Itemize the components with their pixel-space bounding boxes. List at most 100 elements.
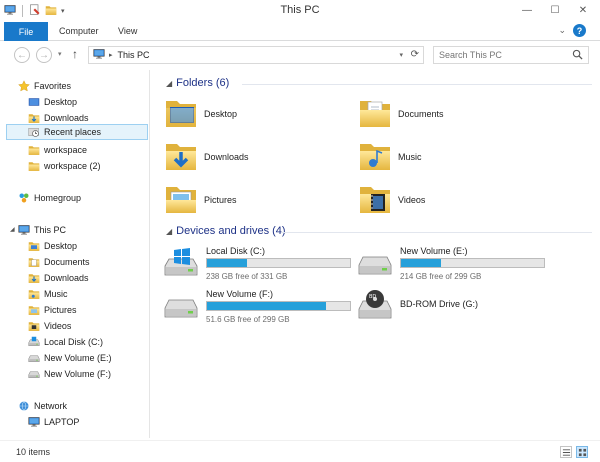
windows-drive-icon — [162, 248, 200, 282]
recent-locations-chevron-icon[interactable]: ▾ — [58, 50, 62, 58]
this-pc-icon — [93, 48, 105, 62]
tab-computer[interactable]: Computer — [59, 26, 99, 36]
star-icon — [18, 80, 30, 92]
sidebar-favorites[interactable]: Favorites — [18, 78, 71, 94]
details-view-icon[interactable] — [560, 446, 572, 458]
downloads-folder-icon — [28, 272, 40, 284]
back-button[interactable]: ← — [14, 47, 30, 63]
sidebar-item-local-disk-c[interactable]: Local Disk (C:) — [28, 334, 103, 350]
address-bar[interactable]: ▸ This PC ▾ ⟳ — [88, 46, 424, 64]
sidebar-item-recent-places[interactable]: Recent places — [6, 124, 148, 140]
drive-name: BD-ROM Drive (G:) — [400, 299, 478, 309]
drive-tile-g[interactable]: BD BD-ROM Drive (G:) — [354, 289, 554, 325]
sidebar-item-pc-pictures[interactable]: Pictures — [28, 302, 77, 318]
downloads-folder-icon — [28, 112, 40, 124]
drive-usage-bar — [206, 258, 351, 268]
downloads-folder-icon — [164, 139, 198, 175]
folder-tile-documents[interactable]: Documents — [358, 96, 444, 132]
tab-view[interactable]: View — [118, 26, 137, 36]
search-input[interactable] — [439, 50, 569, 60]
forward-button[interactable]: → — [36, 47, 52, 63]
breadcrumb-this-pc[interactable]: This PC — [118, 50, 150, 60]
drives-group-header[interactable]: ◢ Devices and drives (4) — [166, 225, 286, 237]
sidebar-label: LAPTOP — [44, 417, 80, 427]
drive-free-space: 238 GB free of 331 GB — [206, 272, 288, 281]
sidebar-item-new-volume-f[interactable]: New Volume (F:) — [28, 366, 111, 382]
sidebar-this-pc[interactable]: ◢ This PC — [10, 222, 66, 238]
sidebar-item-workspace-2[interactable]: workspace (2) — [28, 158, 101, 174]
title-bar: ▾ This PC — ☐ ✕ — [0, 0, 600, 22]
folder-tile-videos[interactable]: Videos — [358, 182, 425, 218]
sidebar-label: Local Disk (C:) — [44, 337, 104, 347]
folder-tile-desktop[interactable]: Desktop — [164, 96, 237, 132]
drive-tile-f[interactable]: New Volume (F:) 51.6 GB free of 299 GB — [160, 289, 360, 325]
breadcrumb-chevron-icon[interactable]: ▸ — [109, 51, 113, 59]
expand-chevron-icon[interactable]: ◢ — [10, 226, 15, 233]
desktop-icon — [28, 96, 40, 108]
minimize-button[interactable]: — — [516, 3, 538, 17]
collapse-chevron-icon[interactable]: ◢ — [166, 227, 172, 236]
sidebar-label: Pictures — [44, 305, 77, 315]
sidebar-label: workspace — [44, 145, 88, 155]
folder-icon — [28, 144, 40, 156]
sidebar-item-laptop[interactable]: LAPTOP — [28, 414, 79, 430]
refresh-icon[interactable]: ⟳ — [411, 49, 419, 60]
this-pc-icon — [18, 224, 30, 236]
folder-tile-pictures[interactable]: Pictures — [164, 182, 237, 218]
sidebar-label: Desktop — [44, 241, 78, 251]
tab-file[interactable]: File — [4, 22, 48, 41]
drive-name: New Volume (F:) — [206, 289, 274, 299]
sidebar-label: Favorites — [34, 81, 72, 91]
collapse-chevron-icon[interactable]: ◢ — [166, 79, 172, 88]
drive-free-space: 51.6 GB free of 299 GB — [206, 315, 290, 324]
sidebar-label: Recent places — [44, 127, 102, 137]
close-button[interactable]: ✕ — [572, 3, 594, 17]
drive-usage-fill — [207, 259, 248, 267]
view-switcher — [560, 446, 588, 458]
sidebar-label: Music — [44, 289, 68, 299]
sidebar-item-pc-desktop[interactable]: Desktop — [28, 238, 77, 254]
sidebar-item-pc-music[interactable]: Music — [28, 286, 68, 302]
sidebar-item-desktop[interactable]: Desktop — [28, 94, 77, 110]
help-icon[interactable]: ? — [573, 24, 586, 37]
folders-group-header[interactable]: ◢ Folders (6) — [166, 77, 229, 89]
sidebar-label: New Volume (E:) — [44, 353, 112, 363]
sidebar-item-pc-videos[interactable]: Videos — [28, 318, 71, 334]
search-icon[interactable] — [572, 49, 583, 62]
folder-label: Music — [398, 152, 422, 162]
ribbon-expand-icon[interactable]: ⌄ — [558, 25, 566, 36]
sidebar-item-new-volume-e[interactable]: New Volume (E:) — [28, 350, 112, 366]
sidebar-label: Homegroup — [34, 193, 82, 203]
windows-drive-icon — [28, 336, 40, 348]
search-box[interactable] — [433, 46, 589, 64]
drive-tile-e[interactable]: New Volume (E:) 214 GB free of 299 GB — [354, 246, 554, 282]
group-divider — [282, 232, 592, 233]
drive-usage-fill — [401, 259, 442, 267]
sidebar-network[interactable]: Network — [18, 398, 67, 414]
network-icon — [18, 400, 30, 412]
drive-name: New Volume (E:) — [400, 246, 468, 256]
drive-icon — [28, 368, 40, 380]
sidebar-label: Documents — [44, 257, 90, 267]
sidebar-label: Downloads — [44, 113, 89, 123]
large-icons-view-icon[interactable] — [576, 446, 588, 458]
sidebar-homegroup[interactable]: Homegroup — [18, 190, 81, 206]
bd-rom-drive-icon: BD — [356, 289, 394, 325]
sidebar-item-workspace[interactable]: workspace — [28, 142, 87, 158]
computer-icon — [28, 416, 40, 428]
drive-tile-c[interactable]: Local Disk (C:) 238 GB free of 331 GB — [160, 246, 360, 282]
group-divider — [242, 84, 592, 85]
sidebar-item-pc-downloads[interactable]: Downloads — [28, 270, 89, 286]
address-dropdown-icon[interactable]: ▾ — [399, 51, 403, 59]
up-button[interactable]: ↑ — [72, 47, 78, 61]
maximize-button[interactable]: ☐ — [544, 3, 566, 17]
drive-icon — [28, 352, 40, 364]
folder-tile-downloads[interactable]: Downloads — [164, 139, 249, 175]
content-pane: ◢ Folders (6) Desktop Documents Download… — [156, 72, 596, 438]
drive-usage-fill — [207, 302, 326, 310]
ribbon-tabs: File Computer View ⌄ ? — [0, 22, 600, 41]
drive-name: Local Disk (C:) — [206, 246, 266, 256]
sidebar-item-pc-documents[interactable]: Documents — [28, 254, 90, 270]
folder-tile-music[interactable]: Music — [358, 139, 422, 175]
folder-label: Documents — [398, 109, 444, 119]
